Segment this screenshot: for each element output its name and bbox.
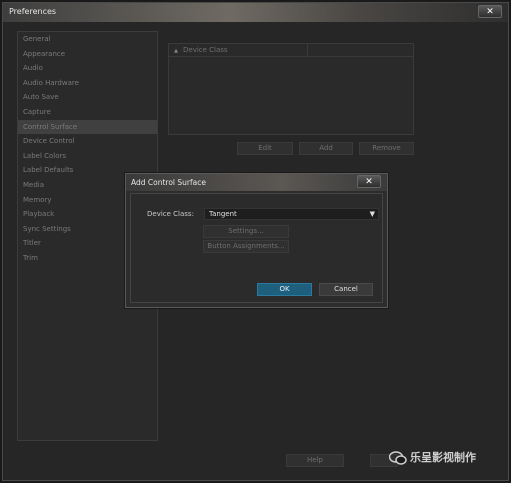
chevron-down-icon[interactable]: ▼ xyxy=(370,209,375,219)
dialog-title: Add Control Surface xyxy=(131,178,206,187)
wechat-icon xyxy=(389,451,407,465)
add-button[interactable]: Add xyxy=(299,142,353,155)
watermark: 乐呈影视制作 xyxy=(389,449,476,465)
sidebar-item-appearance[interactable]: Appearance xyxy=(18,47,157,62)
watermark-text: 乐呈影视制作 xyxy=(410,451,476,464)
dialog-close-button[interactable]: ✕ xyxy=(357,175,381,188)
help-button[interactable]: Help xyxy=(286,454,344,467)
title-bar: Preferences ✕ xyxy=(3,3,508,22)
column-divider xyxy=(307,44,308,56)
sidebar-item-control-surface[interactable]: Control Surface xyxy=(18,119,157,135)
ok-button[interactable]: OK xyxy=(257,283,312,296)
sidebar-item-auto-save[interactable]: Auto Save xyxy=(18,90,157,105)
sidebar-item-capture[interactable]: Capture xyxy=(18,105,157,120)
sidebar-item-label-colors[interactable]: Label Colors xyxy=(18,149,157,164)
button-assignments-button[interactable]: Button Assignments... xyxy=(203,240,289,253)
sidebar-item-audio[interactable]: Audio xyxy=(18,61,157,76)
dialog-body: Device Class: Tangent ▼ Settings... Butt… xyxy=(130,193,383,303)
close-icon: ✕ xyxy=(486,7,494,17)
edit-button[interactable]: Edit xyxy=(237,142,293,155)
remove-button[interactable]: Remove xyxy=(359,142,414,155)
add-control-surface-dialog: Add Control Surface ✕ Device Class: Tang… xyxy=(125,173,388,308)
device-class-select[interactable]: Tangent ▼ xyxy=(204,208,379,220)
device-class-header[interactable]: ▲ Device Class xyxy=(169,44,413,57)
device-class-value: Tangent xyxy=(209,210,237,218)
settings-button[interactable]: Settings... xyxy=(203,225,289,238)
device-class-column-header[interactable]: Device Class xyxy=(183,46,228,54)
close-button[interactable]: ✕ xyxy=(478,5,502,18)
cancel-button[interactable]: Cancel xyxy=(319,283,373,296)
device-class-label: Device Class: xyxy=(147,210,194,218)
device-class-list[interactable]: ▲ Device Class xyxy=(168,43,414,135)
sidebar-item-device-control[interactable]: Device Control xyxy=(18,134,157,149)
sort-up-icon[interactable]: ▲ xyxy=(169,45,183,57)
window-title: Preferences xyxy=(9,7,57,16)
sidebar-item-audio-hardware[interactable]: Audio Hardware xyxy=(18,76,157,91)
sidebar-item-general[interactable]: General xyxy=(18,32,157,47)
close-icon: ✕ xyxy=(365,177,373,187)
dialog-title-bar: Add Control Surface ✕ xyxy=(126,174,387,191)
